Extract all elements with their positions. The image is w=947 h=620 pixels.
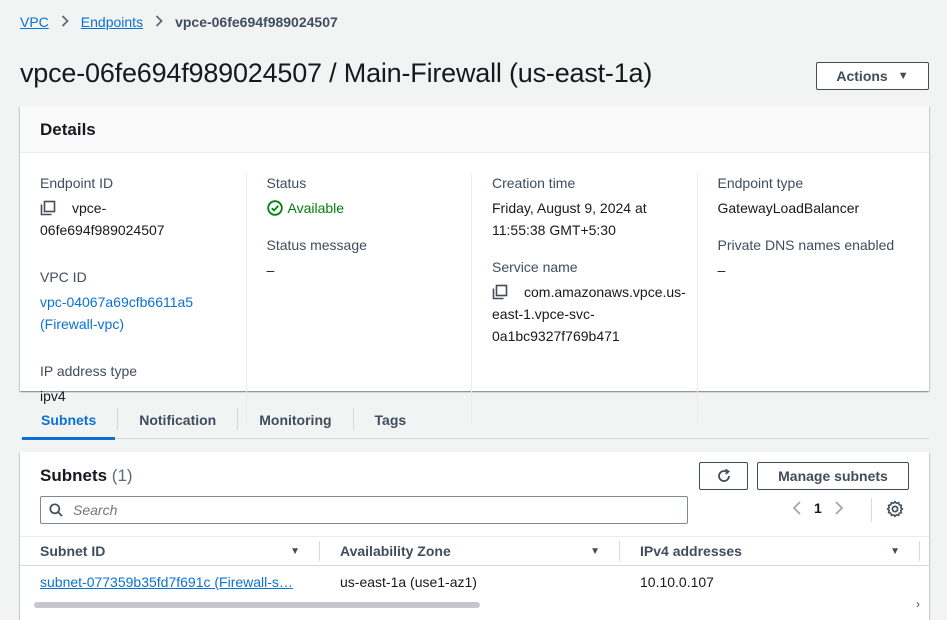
ip-type-label: IP address type [40, 363, 138, 379]
status-value: Available [287, 200, 345, 216]
actions-label: Actions [836, 68, 888, 84]
search-input[interactable] [71, 501, 651, 519]
subnets-title: Subnets (1) [40, 466, 133, 486]
ip-type-value: ipv4 [40, 388, 66, 404]
details-card: Details Endpoint ID vpce- 06fe694f989024… [20, 106, 929, 423]
availability-zone-value: us-east-1a (use1-az1) [340, 574, 477, 590]
breadcrumb: VPC Endpoints vpce-06fe694f989024507 [20, 14, 338, 30]
details-col-2: Status Available Status message – [245, 173, 472, 423]
breadcrumb-current: vpce-06fe694f989024507 [175, 14, 338, 30]
column-subnet-id[interactable]: Subnet ID ▼ [20, 537, 320, 565]
status-message-label: Status message [266, 237, 367, 253]
creation-time-label: Creation time [492, 175, 576, 191]
endpoint-id-label: Endpoint ID [40, 175, 114, 191]
chevron-right-icon[interactable] [834, 500, 844, 516]
endpoint-id-line1: vpce- [72, 200, 107, 216]
details-col-4: Endpoint type GatewayLoadBalancer Privat… [696, 173, 923, 423]
subnets-title-text: Subnets [40, 466, 108, 485]
refresh-icon [717, 468, 730, 482]
tab-subnets[interactable]: Subnets [20, 405, 117, 440]
column-availability-zone-label: Availability Zone [340, 543, 451, 559]
subnet-id-link[interactable]: subnet-077359b35fd7f691c (Firewall-s… [40, 574, 293, 590]
status-label: Status [266, 175, 307, 191]
status-badge: Available [266, 197, 452, 219]
search-field[interactable] [40, 496, 688, 524]
search-icon [49, 503, 63, 517]
column-availability-zone[interactable]: Availability Zone ▼ [320, 537, 620, 565]
breadcrumb-endpoints[interactable]: Endpoints [81, 14, 143, 30]
creation-time-line1: Friday, August 9, 2024 at [492, 200, 647, 216]
status-message-value: – [266, 262, 275, 278]
horizontal-scrollbar[interactable] [34, 602, 480, 608]
service-name-line1: com.amazonaws.vpce.us- [524, 284, 686, 300]
service-name-label: Service name [492, 259, 578, 275]
private-dns-value: – [717, 262, 726, 278]
tab-tags[interactable]: Tags [354, 405, 428, 439]
check-circle-icon [266, 200, 283, 216]
details-col-3: Creation time Friday, August 9, 2024 at … [471, 173, 697, 423]
pagination: 1 [792, 500, 844, 516]
caret-down-icon: ▼ [897, 70, 909, 82]
ipv4-value: 10.10.0.107 [640, 574, 714, 590]
copy-icon[interactable] [40, 197, 62, 216]
vpc-id-label: VPC ID [40, 269, 87, 285]
column-ipv4-label: IPv4 addresses [640, 543, 742, 559]
endpoint-type-value: GatewayLoadBalancer [717, 200, 860, 216]
column-subnet-id-label: Subnet ID [40, 543, 106, 559]
sort-down-icon[interactable]: ▼ [290, 546, 300, 557]
endpoint-type-label: Endpoint type [717, 175, 804, 191]
details-col-1: Endpoint ID vpce- 06fe694f989024507 VPC … [20, 173, 246, 423]
service-name-line2: east-1.vpce-svc- [492, 306, 595, 322]
column-ipv4-addresses[interactable]: IPv4 addresses ▼ [620, 537, 920, 565]
chevron-right-icon [61, 14, 69, 30]
chevron-left-icon[interactable] [792, 500, 802, 516]
private-dns-label: Private DNS names enabled [717, 237, 895, 253]
copy-icon[interactable] [492, 281, 514, 300]
service-name-line3: 0a1bc9327f769b471 [492, 328, 620, 344]
endpoint-id-line2: 06fe694f989024507 [40, 222, 165, 238]
table-row: subnet-077359b35fd7f691c (Firewall-s… us… [20, 567, 929, 597]
tab-monitoring[interactable]: Monitoring [238, 405, 352, 439]
table-header: Subnet ID ▼ Availability Zone ▼ IPv4 add… [20, 536, 929, 566]
chevron-right-icon[interactable]: › [916, 597, 920, 611]
sort-down-icon[interactable]: ▼ [590, 546, 600, 557]
chevron-right-icon [155, 14, 163, 30]
page-title: vpce-06fe694f989024507 / Main-Firewall (… [20, 58, 653, 88]
subnets-count: (1) [111, 466, 133, 485]
refresh-button[interactable] [699, 462, 748, 490]
manage-subnets-button[interactable]: Manage subnets [757, 462, 909, 490]
sort-down-icon[interactable]: ▼ [890, 546, 900, 557]
subnets-card: Subnets (1) Manage subnets 1 Subnet ID ▼… [20, 452, 929, 620]
details-header: Details [20, 106, 929, 153]
gear-icon[interactable] [886, 500, 904, 523]
actions-button[interactable]: Actions ▼ [816, 62, 929, 90]
breadcrumb-vpc[interactable]: VPC [20, 14, 49, 30]
tab-notification[interactable]: Notification [118, 405, 237, 439]
creation-time-line2: 11:55:38 GMT+5:30 [492, 222, 616, 238]
tab-list: Subnets Notification Monitoring Tags [20, 405, 929, 440]
vpc-id-link[interactable]: vpc-04067a69cfb6611a5 [40, 291, 226, 313]
pager-divider [871, 498, 872, 522]
page-number[interactable]: 1 [814, 500, 822, 516]
vpc-name-link[interactable]: (Firewall-vpc) [40, 313, 226, 335]
